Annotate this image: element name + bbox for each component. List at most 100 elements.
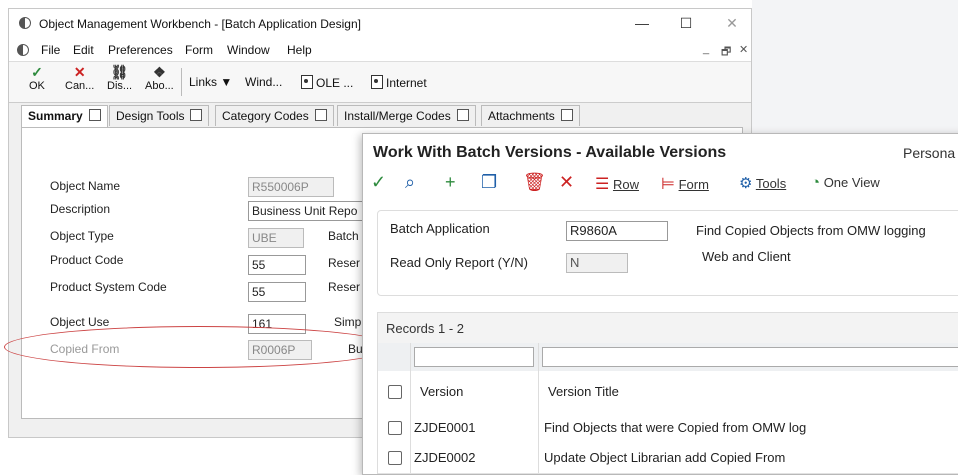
- object-type-desc: Batch: [328, 229, 359, 243]
- mdi-close-button[interactable]: ✕: [739, 43, 748, 56]
- checkmark-icon: ✓: [31, 64, 43, 80]
- app-icon: [19, 17, 31, 29]
- object-name-label: Object Name: [50, 179, 121, 193]
- personalize-label[interactable]: Persona: [903, 145, 955, 161]
- display-button[interactable]: ⛓ Dis...: [107, 64, 132, 92]
- version-title-cell: Update Object Librarian add Copied From: [544, 450, 786, 465]
- tab-attachments[interactable]: Attachments: [481, 105, 580, 126]
- minimize-button[interactable]: —: [631, 13, 653, 33]
- tools-menu[interactable]: ⚙ Tools: [739, 174, 786, 192]
- one-view-menu[interactable]: ◔ One View: [811, 174, 880, 191]
- about-icon: ❖: [153, 64, 166, 80]
- maximize-button[interactable]: ☐: [675, 13, 697, 33]
- version-cell[interactable]: ZJDE0001: [414, 420, 475, 435]
- close-icon[interactable]: ✕: [559, 172, 574, 192]
- read-only-field: N: [566, 253, 628, 273]
- tab-box-icon: [456, 109, 469, 121]
- tab-box-icon: [314, 109, 327, 121]
- column-divider: [410, 343, 411, 473]
- version-title-filter-input[interactable]: [542, 347, 958, 367]
- tab-summary[interactable]: Summary: [21, 105, 108, 128]
- menu-help[interactable]: Help: [287, 43, 312, 57]
- ole-icon: [301, 75, 313, 89]
- links-menu[interactable]: Links ▼: [189, 75, 232, 89]
- window-menu[interactable]: Wind...: [245, 75, 282, 89]
- row-label: Row: [612, 177, 639, 192]
- description-field[interactable]: Business Unit Repo: [248, 201, 364, 221]
- gear-icon: ⚙: [739, 175, 753, 192]
- ole-button[interactable]: OLE ...: [301, 75, 353, 90]
- tab-box-icon: [88, 109, 101, 121]
- tools-label: Tools: [755, 176, 787, 191]
- cancel-label: Can...: [65, 80, 95, 92]
- tab-category-codes-label: Category Codes: [222, 109, 309, 123]
- about-button[interactable]: ❖ Abo...: [145, 64, 174, 92]
- version-filter-input[interactable]: [414, 347, 534, 367]
- tab-box-icon: [190, 109, 203, 121]
- window-title: Object Management Workbench - [Batch App…: [39, 17, 361, 31]
- versions-grid: Records 1 - 2 Version Version Title ZJDE…: [377, 312, 958, 474]
- tab-design-tools[interactable]: Design Tools: [109, 105, 210, 126]
- about-label: Abo...: [145, 80, 174, 92]
- mdi-app-icon[interactable]: [17, 44, 29, 56]
- binoculars-icon: ⛓: [110, 64, 129, 80]
- add-icon[interactable]: +: [445, 172, 456, 192]
- internet-label: Internet: [386, 76, 427, 90]
- search-icon[interactable]: ⌕: [405, 172, 415, 192]
- product-system-code-desc: Reser: [328, 280, 361, 294]
- cancel-button[interactable]: ✕ Can...: [65, 64, 94, 92]
- tab-strip: Summary Design Tools Category Codes Inst…: [21, 105, 741, 128]
- batch-application-description: Find Copied Objects from OMW logging: [696, 223, 926, 238]
- form-label: Form: [678, 177, 709, 192]
- close-button[interactable]: ✕: [721, 13, 743, 33]
- delete-icon[interactable]: 🗑: [523, 172, 546, 192]
- mdi-minimize-button[interactable]: _: [703, 43, 709, 55]
- tab-box-icon: [560, 109, 573, 121]
- mdi-restore-button[interactable]: 🗗: [721, 43, 731, 62]
- version-title-column-header[interactable]: Version Title: [548, 384, 619, 399]
- copy-icon[interactable]: ❐: [481, 172, 497, 192]
- menu-preferences[interactable]: Preferences: [108, 43, 173, 57]
- menu-file[interactable]: File: [41, 43, 60, 57]
- product-code-field[interactable]: 55: [248, 255, 306, 275]
- version-cell[interactable]: ZJDE0002: [414, 450, 475, 465]
- platform-label: Web and Client: [702, 249, 791, 264]
- highlight-ellipse: [4, 326, 394, 368]
- one-view-icon: ◔: [811, 174, 821, 191]
- read-only-label: Read Only Report (Y/N): [390, 255, 528, 270]
- table-row[interactable]: ZJDE0001 Find Objects that were Copied f…: [378, 413, 958, 444]
- row-checkbox[interactable]: [388, 451, 402, 465]
- row-menu[interactable]: ☰ Row: [595, 174, 639, 194]
- menu-window[interactable]: Window: [227, 43, 270, 57]
- header-card: Batch Application R9860A Find Copied Obj…: [377, 210, 958, 296]
- grid-header-row: Version Version Title: [378, 371, 958, 414]
- links-label: Links: [189, 75, 218, 89]
- tab-design-tools-label: Design Tools: [116, 109, 185, 123]
- desktop-background: [752, 0, 958, 140]
- batch-application-field[interactable]: R9860A: [566, 221, 668, 241]
- toolbar: ✓ OK ✕ Can... ⛓ Dis... ❖ Abo... Links ▼ …: [9, 61, 751, 103]
- tab-attachments-label: Attachments: [488, 109, 555, 123]
- object-name-field[interactable]: R550006P: [248, 177, 334, 197]
- select-check-icon[interactable]: ✓: [371, 172, 386, 192]
- product-code-desc: Reser: [328, 256, 361, 270]
- form-menu[interactable]: ⊨ Form: [661, 174, 709, 194]
- object-use-label: Object Use: [50, 315, 110, 329]
- ok-button[interactable]: ✓ OK: [29, 64, 45, 92]
- internet-button[interactable]: Internet: [371, 75, 427, 90]
- select-all-checkbox[interactable]: [388, 385, 402, 399]
- object-type-field[interactable]: UBE: [248, 228, 304, 248]
- version-column-header[interactable]: Version: [420, 384, 463, 399]
- description-label: Description: [50, 202, 111, 216]
- tab-summary-label: Summary: [28, 109, 83, 123]
- product-system-code-field[interactable]: 55: [248, 282, 306, 302]
- tab-install-merge-codes[interactable]: Install/Merge Codes: [337, 105, 476, 126]
- dropdown-arrow-icon: ▼: [220, 75, 233, 89]
- menu-form[interactable]: Form: [185, 43, 213, 57]
- ok-label: OK: [29, 80, 45, 92]
- menu-edit[interactable]: Edit: [73, 43, 94, 57]
- x-icon: ✕: [73, 64, 86, 80]
- row-checkbox[interactable]: [388, 421, 402, 435]
- table-row[interactable]: ZJDE0002 Update Object Librarian add Cop…: [378, 443, 958, 474]
- tab-category-codes[interactable]: Category Codes: [215, 105, 334, 126]
